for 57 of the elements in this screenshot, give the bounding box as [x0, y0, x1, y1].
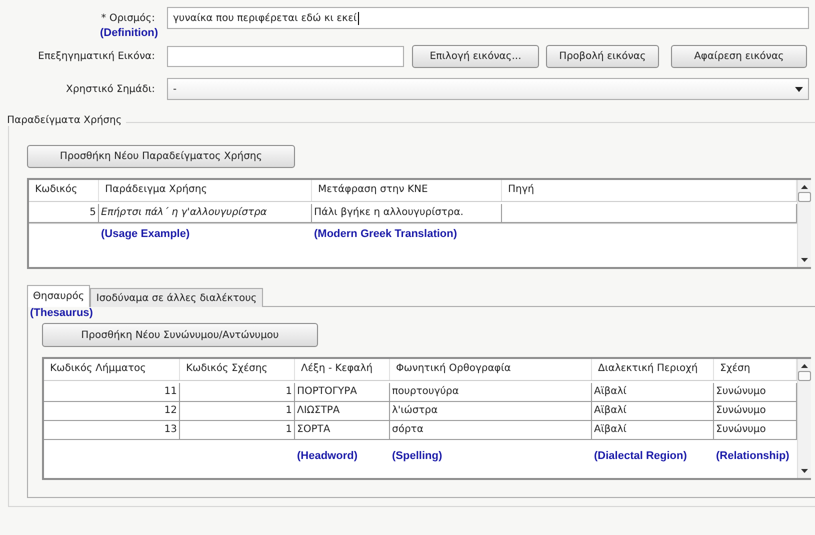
- table-cell: Αϊβαλί: [592, 383, 714, 402]
- scroll-up-icon[interactable]: [801, 185, 808, 189]
- column-header[interactable]: Λέξη - Κεφαλή: [295, 359, 390, 380]
- definition-label: * Ορισμός:: [100, 12, 155, 24]
- table-cell: λ'ιώστρα: [390, 402, 592, 421]
- table-cell: 12: [44, 402, 180, 421]
- column-header[interactable]: Φωνητική Ορθογραφία: [390, 359, 592, 380]
- table-cell: ΣΟΡΤΑ: [295, 421, 390, 440]
- table-cell: Αϊβαλί: [592, 421, 714, 440]
- column-annotation: (Spelling): [392, 450, 442, 462]
- column-header[interactable]: Παράδειγμα Χρήσης: [99, 180, 312, 201]
- tab-annotation: (Thesaurus): [30, 307, 93, 319]
- table-cell: σόρτα: [390, 421, 592, 440]
- image-button[interactable]: Προβολή εικόνας: [546, 45, 659, 68]
- table-cell: 13: [44, 421, 180, 440]
- tab[interactable]: Θησαυρός: [27, 285, 90, 307]
- table-cell: Πάλι βγήκε η αλλουγυρίστρα.: [312, 204, 502, 223]
- tab[interactable]: Ισοδύναμα σε άλλες διαλέκτους: [90, 288, 263, 307]
- usage-mark-label: Χρηστικό Σημάδι:: [65, 84, 155, 94]
- definition-field[interactable]: γυναίκα που περιφέρεται εδώ κι εκεί: [167, 7, 809, 29]
- table-cell: 1: [180, 421, 295, 440]
- column-header[interactable]: Κωδικός Σχέσης: [180, 359, 295, 380]
- scroll-up-icon[interactable]: [801, 364, 808, 368]
- add-example-button[interactable]: Προσθήκη Νέου Παραδείγματος Χρήσης: [27, 145, 295, 168]
- table-cell: Επήρτσι πάλ΄ η γ'αλλουγυρίστρα: [99, 204, 312, 223]
- scroll-down-icon[interactable]: [801, 258, 808, 262]
- table-cell: ΛΙΩΣΤΡΑ: [295, 402, 390, 421]
- scrollbar-thumb[interactable]: [798, 192, 811, 202]
- column-header[interactable]: Κωδικός Λήμματος: [44, 359, 180, 380]
- column-header[interactable]: Διαλεκτική Περιοχή: [592, 359, 714, 380]
- table-cell: πουρτουγύρα: [390, 383, 592, 402]
- table-cell: 1: [180, 383, 295, 402]
- column-annotation: (Dialectal Region): [594, 450, 687, 462]
- scrollbar[interactable]: [797, 359, 811, 478]
- table-cell: 11: [44, 383, 180, 402]
- image-button[interactable]: Αφαίρεση εικόνας: [671, 45, 807, 68]
- column-annotation: (Usage Example): [101, 228, 190, 240]
- scrollbar-thumb[interactable]: [798, 371, 811, 381]
- dropdown-arrow-icon: [795, 86, 803, 92]
- table-cell: ΠΟΡΤΟΓΥΡΑ: [295, 383, 390, 402]
- column-annotation: (Modern Greek Translation): [314, 228, 458, 240]
- table-cell: Αϊβαλί: [592, 402, 714, 421]
- column-annotation: (Relationship): [716, 450, 790, 462]
- column-header[interactable]: Μετάφραση στην ΚΝΕ: [312, 180, 502, 201]
- scroll-down-icon[interactable]: [801, 469, 808, 473]
- usage-mark-dropdown[interactable]: -: [167, 78, 809, 100]
- column-annotation: (Headword): [297, 450, 358, 462]
- image-field[interactable]: [167, 46, 404, 67]
- scrollbar[interactable]: [797, 180, 811, 267]
- table-cell: 1: [180, 402, 295, 421]
- column-header[interactable]: Κωδικός: [29, 180, 99, 201]
- add-synonym-button[interactable]: Προσθήκη Νέου Συνώνυμου/Αντώνυμου: [42, 323, 318, 347]
- table-cell: 5: [29, 204, 99, 223]
- definition-annotation: (Definition): [100, 27, 158, 39]
- image-label: Επεξηγηματική Εικόνα:: [37, 51, 155, 62]
- group-title: Παραδείγματα Χρήσης: [7, 115, 126, 126]
- image-button[interactable]: Επιλογή εικόνας...: [412, 45, 539, 68]
